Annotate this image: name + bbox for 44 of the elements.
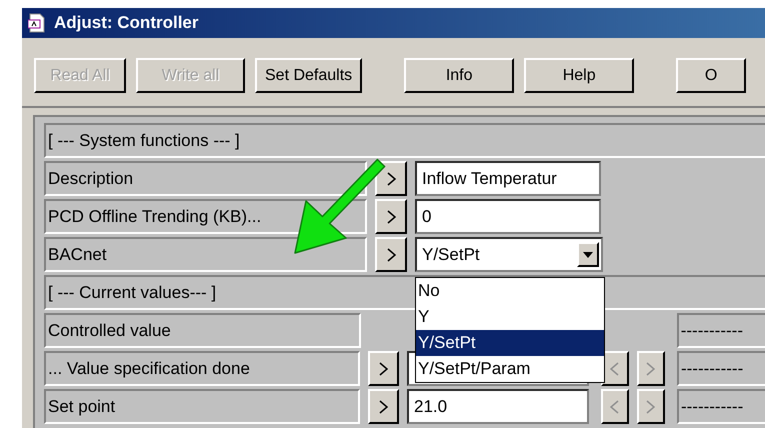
value-field[interactable]: 21.0 bbox=[406, 389, 589, 424]
next-button[interactable] bbox=[636, 351, 665, 386]
previous-button[interactable] bbox=[600, 389, 629, 424]
parameter-label: BACnet bbox=[44, 237, 367, 272]
parameter-label: Controlled value bbox=[44, 313, 361, 348]
app-icon bbox=[28, 13, 46, 33]
parameter-label: Description bbox=[44, 161, 367, 196]
dropdown-option[interactable]: No bbox=[416, 278, 604, 304]
chevron-right-icon bbox=[386, 210, 396, 224]
dropdown-option[interactable]: Y/SetPt bbox=[416, 330, 604, 356]
dropdown-option[interactable]: Y bbox=[416, 304, 604, 330]
toolbar-button[interactable]: Info bbox=[404, 58, 514, 93]
dropdown-option[interactable]: Y/SetPt/Param bbox=[416, 356, 604, 382]
parameter-label: Set point bbox=[44, 389, 360, 424]
arrow-button[interactable] bbox=[368, 351, 399, 386]
parameter-label: PCD Offline Trending (KB)... bbox=[44, 199, 367, 234]
chevron-right-icon bbox=[378, 362, 388, 376]
arrow-button[interactable] bbox=[375, 199, 407, 234]
arrow-button[interactable] bbox=[375, 237, 407, 272]
next-button[interactable] bbox=[636, 389, 665, 424]
parameter-label: ... Value specification done bbox=[44, 351, 360, 386]
arrow-button[interactable] bbox=[368, 389, 399, 424]
value-display: ----------- bbox=[676, 351, 765, 386]
chevron-left-icon bbox=[610, 362, 620, 376]
dropdown-button[interactable] bbox=[577, 242, 599, 267]
value-display: ----------- bbox=[676, 313, 765, 348]
chevron-right-icon bbox=[646, 400, 656, 414]
section-header: [ --- System functions --- ] bbox=[44, 123, 765, 158]
caret-icon bbox=[583, 252, 593, 258]
value-field[interactable]: Inflow Temperatur bbox=[415, 161, 601, 196]
chevron-right-icon bbox=[386, 172, 396, 186]
window-title: Adjust: Controller bbox=[54, 12, 198, 34]
chevron-right-icon bbox=[378, 400, 388, 414]
dropdown-value: Y/SetPt bbox=[422, 244, 481, 266]
toolbar-button[interactable]: Set Defaults bbox=[255, 58, 362, 93]
toolbar-button[interactable]: O bbox=[676, 58, 746, 93]
chevron-right-icon bbox=[646, 362, 656, 376]
dropdown-field[interactable]: Y/SetPt bbox=[415, 237, 603, 272]
arrow-button[interactable] bbox=[375, 161, 407, 196]
value-display: ----------- bbox=[676, 389, 765, 424]
toolbar-button[interactable]: Help bbox=[524, 58, 634, 93]
chevron-left-icon bbox=[610, 400, 620, 414]
value-field[interactable]: 0 bbox=[415, 199, 601, 234]
chevron-right-icon bbox=[386, 248, 396, 262]
